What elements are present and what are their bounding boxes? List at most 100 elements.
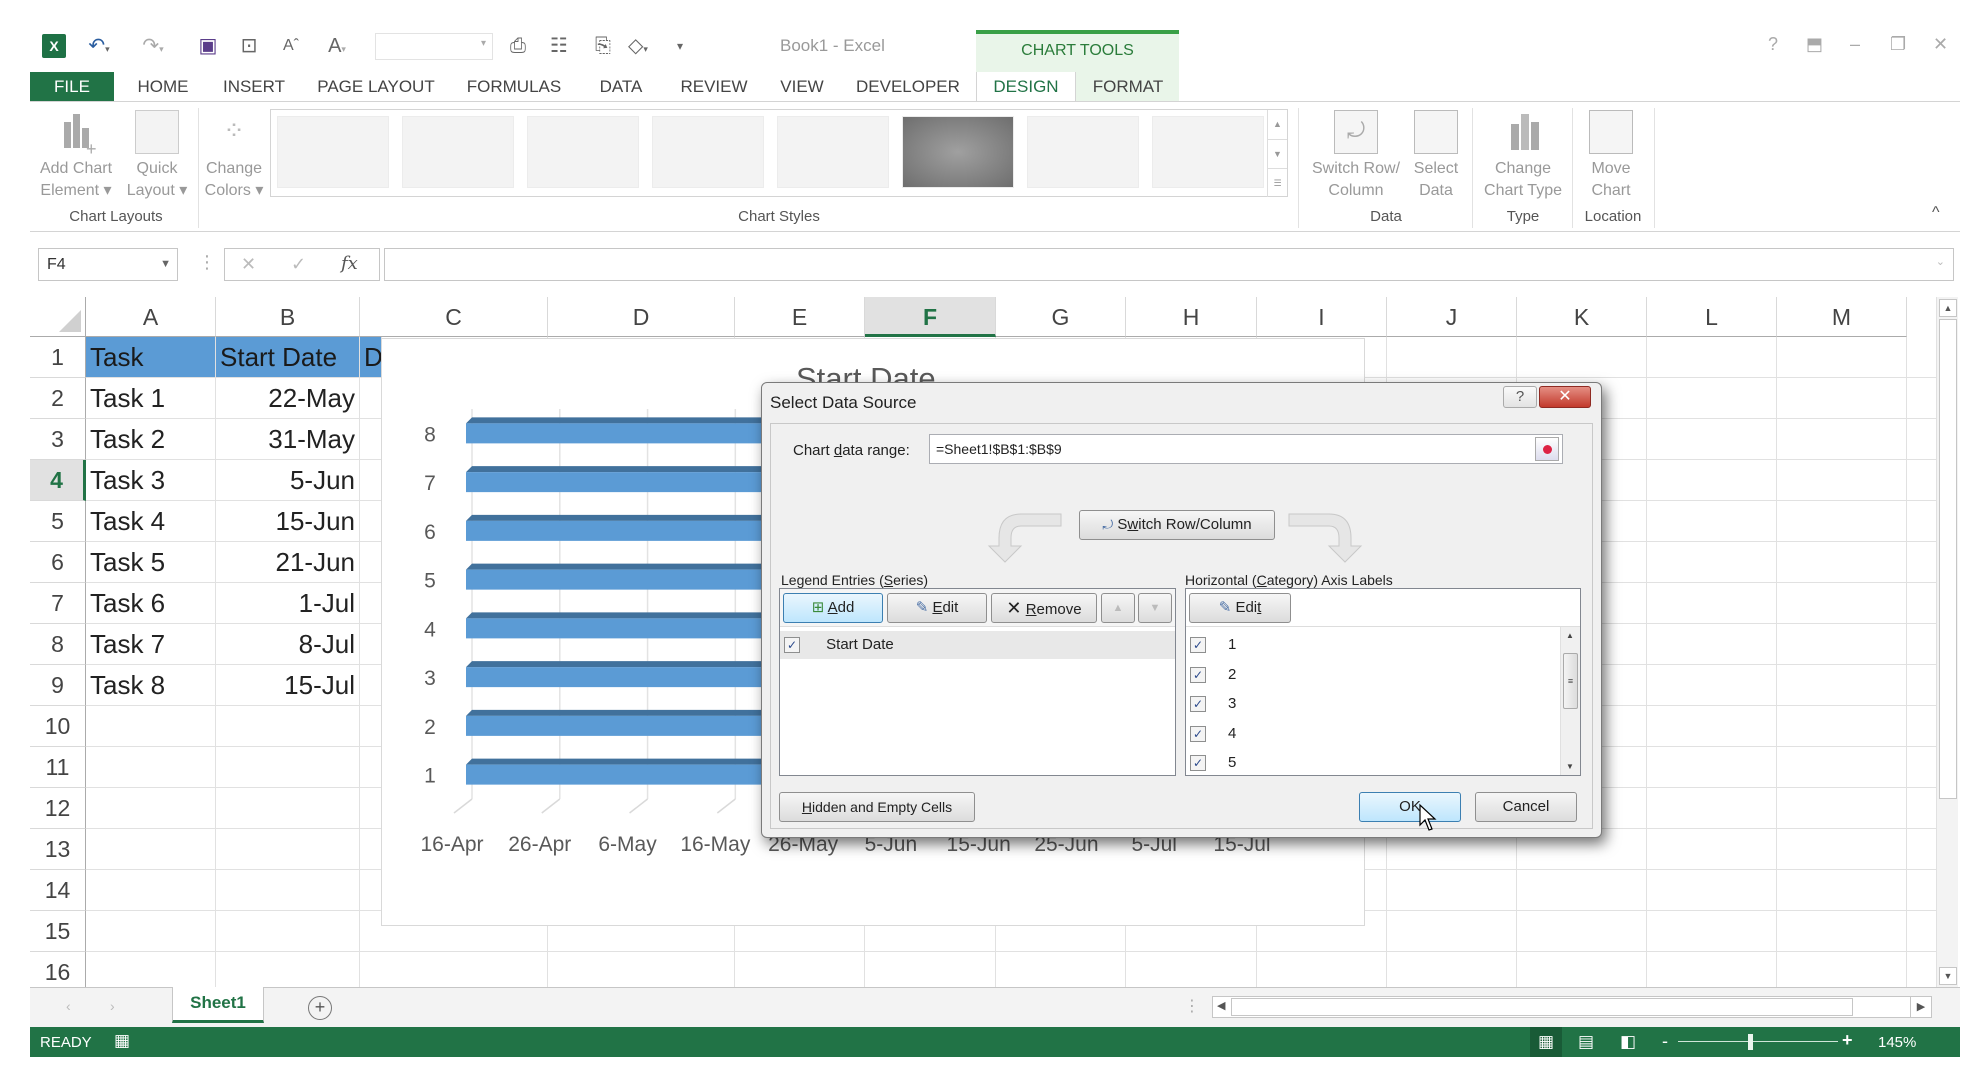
change-colors-button[interactable]: ⁘ Change Colors ▾ [202, 110, 266, 202]
row-header-9[interactable]: 9 [30, 665, 86, 706]
cell-b2[interactable]: 22-May [216, 378, 360, 419]
row-header-1[interactable]: 1 [30, 337, 86, 378]
font-color-icon[interactable]: A▾ [320, 34, 354, 58]
select-all-button[interactable] [30, 297, 86, 337]
ok-button[interactable]: OK [1359, 792, 1461, 822]
cell-b3[interactable]: 31-May [216, 419, 360, 460]
undo-icon[interactable]: ↶▾ [84, 34, 114, 58]
macro-record-icon[interactable]: ▦ [114, 1031, 130, 1051]
tab-home[interactable]: HOME [128, 72, 198, 102]
horizontal-scrollbar[interactable]: ◀ [1212, 996, 1924, 1018]
vertical-scrollbar[interactable]: ▲ ▼ [1936, 297, 1958, 987]
row-header-16[interactable]: 16 [30, 952, 86, 987]
tab-design[interactable]: DESIGN [976, 72, 1076, 103]
switch-row-column-button[interactable]: ⤾ Switch Row/Column [1306, 110, 1406, 202]
minimize-icon[interactable]: – [1850, 34, 1860, 55]
row-header-3[interactable]: 3 [30, 419, 86, 460]
dialog-help-button[interactable]: ? [1503, 386, 1537, 408]
form-icon[interactable]: ☷ [546, 34, 572, 58]
column-header-m[interactable]: M [1777, 297, 1907, 337]
attach-icon[interactable]: ⎙ [505, 34, 531, 58]
axis-label-item[interactable]: ✓ 1 [1190, 631, 1576, 659]
scroll-sheets-right-icon[interactable]: › [110, 998, 115, 1014]
tab-page-layout[interactable]: PAGE LAYOUT [316, 72, 436, 102]
row-header-2[interactable]: 2 [30, 378, 86, 419]
gallery-more-icon[interactable]: ☰ [1267, 168, 1287, 197]
qat-font-combo[interactable]: ▾ [375, 33, 493, 60]
gallery-up-icon[interactable]: ▲ [1267, 110, 1287, 139]
insert-function-icon[interactable]: fx [341, 253, 358, 274]
change-chart-type-button[interactable]: Change Chart Type [1476, 110, 1570, 202]
column-header-e[interactable]: E [735, 297, 865, 337]
normal-view-icon[interactable]: ▦ [1530, 1027, 1562, 1057]
cell-a2[interactable]: Task 1 [86, 378, 216, 419]
tab-developer[interactable]: DEVELOPER [856, 72, 960, 102]
row-header-13[interactable]: 13 [30, 829, 86, 870]
cell-b7[interactable]: 1-Jul [216, 583, 360, 624]
new-sheet-button[interactable]: + [308, 996, 332, 1020]
column-header-b[interactable]: B [216, 297, 360, 337]
axis-label-checkbox[interactable]: ✓ [1190, 637, 1206, 654]
row-header-15[interactable]: 15 [30, 911, 86, 952]
name-box-dropdown-icon[interactable]: ▼ [160, 249, 171, 280]
scroll-down-icon[interactable]: ▼ [1566, 762, 1574, 771]
shapes-icon[interactable]: ◇▾ [620, 34, 656, 58]
formula-input[interactable]: ⌄ [384, 248, 1954, 281]
cell-a7[interactable]: Task 6 [86, 583, 216, 624]
row-header-4[interactable]: 4 [30, 460, 86, 501]
print-preview-icon[interactable]: ⎘ [590, 34, 616, 58]
axis-label-item[interactable]: ✓ 4 [1190, 720, 1576, 748]
page-layout-view-icon[interactable]: ▤ [1578, 1032, 1594, 1052]
help-icon[interactable]: ? [1768, 34, 1778, 55]
row-header-6[interactable]: 6 [30, 542, 86, 583]
row-header-14[interactable]: 14 [30, 870, 86, 911]
cell-a4[interactable]: Task 3 [86, 460, 216, 501]
cell-b4[interactable]: 5-Jun [216, 460, 360, 501]
tab-format[interactable]: FORMAT [1080, 72, 1176, 102]
axis-label-checkbox[interactable]: ✓ [1190, 666, 1206, 683]
expand-formula-icon[interactable]: ⌄ [1936, 255, 1945, 268]
h-scroll-thumb[interactable] [1231, 998, 1853, 1016]
column-header-h[interactable]: H [1126, 297, 1257, 337]
sheet-tab-sheet1[interactable]: Sheet1 [172, 987, 264, 1023]
series-item[interactable]: ✓ Start Date [780, 631, 1175, 659]
switch-row-column-dialog-button[interactable]: ⤾ Switch Row/Column [1079, 510, 1275, 540]
column-header-f[interactable]: F [865, 297, 996, 337]
edit-series-button[interactable]: ✎ Edit [887, 593, 987, 623]
tab-review[interactable]: REVIEW [678, 72, 750, 102]
scroll-right-icon[interactable]: ▶ [1910, 996, 1932, 1018]
column-header-l[interactable]: L [1647, 297, 1777, 337]
tab-file[interactable]: FILE [30, 72, 114, 102]
axis-labels-scrollbar[interactable]: ▲ ≡ ▼ [1560, 627, 1580, 775]
hidden-empty-cells-button[interactable]: Hidden and Empty Cells [779, 792, 975, 822]
row-header-7[interactable]: 7 [30, 583, 86, 624]
column-header-j[interactable]: J [1387, 297, 1517, 337]
font-increase-icon[interactable]: Aˆ [281, 34, 301, 58]
customize-qat-icon[interactable]: ▾ [672, 34, 688, 58]
page-break-view-icon[interactable]: ◧ [1620, 1032, 1636, 1052]
chart-style-2[interactable] [402, 116, 514, 188]
chart-range-input[interactable]: =Sheet1!$B$1:$B$9 [929, 434, 1563, 464]
v-scroll-up-icon[interactable]: ▲ [1939, 299, 1957, 317]
scroll-thumb[interactable]: ≡ [1563, 653, 1578, 709]
chart-style-3[interactable] [527, 116, 639, 188]
remove-series-button[interactable]: ✕ Remove [991, 593, 1097, 623]
edit-axis-labels-button[interactable]: ✎ Edit [1189, 593, 1291, 623]
close-window-icon[interactable]: ✕ [1933, 34, 1948, 55]
cell-a6[interactable]: Task 5 [86, 542, 216, 583]
cell-b6[interactable]: 21-Jun [216, 542, 360, 583]
range-selector-icon[interactable] [1535, 437, 1559, 461]
chart-style-7[interactable] [1027, 116, 1139, 188]
name-box[interactable]: F4 ▼ [38, 248, 178, 281]
tab-splitter-icon[interactable]: ⋮ [1184, 996, 1200, 1016]
enter-formula-icon[interactable]: ✓ [291, 254, 306, 275]
cell-b9[interactable]: 15-Jul [216, 665, 360, 706]
zoom-slider-thumb[interactable] [1748, 1034, 1753, 1050]
save-icon[interactable]: ▣ [196, 34, 220, 58]
gallery-down-icon[interactable]: ▼ [1267, 139, 1287, 168]
axis-label-item[interactable]: ✓ 3 [1190, 690, 1576, 718]
formula-bar-splitter-icon[interactable]: ⋮ [198, 252, 216, 273]
row-header-11[interactable]: 11 [30, 747, 86, 788]
zoom-level[interactable]: 145% [1878, 1034, 1916, 1051]
v-scroll-thumb[interactable] [1939, 319, 1957, 799]
